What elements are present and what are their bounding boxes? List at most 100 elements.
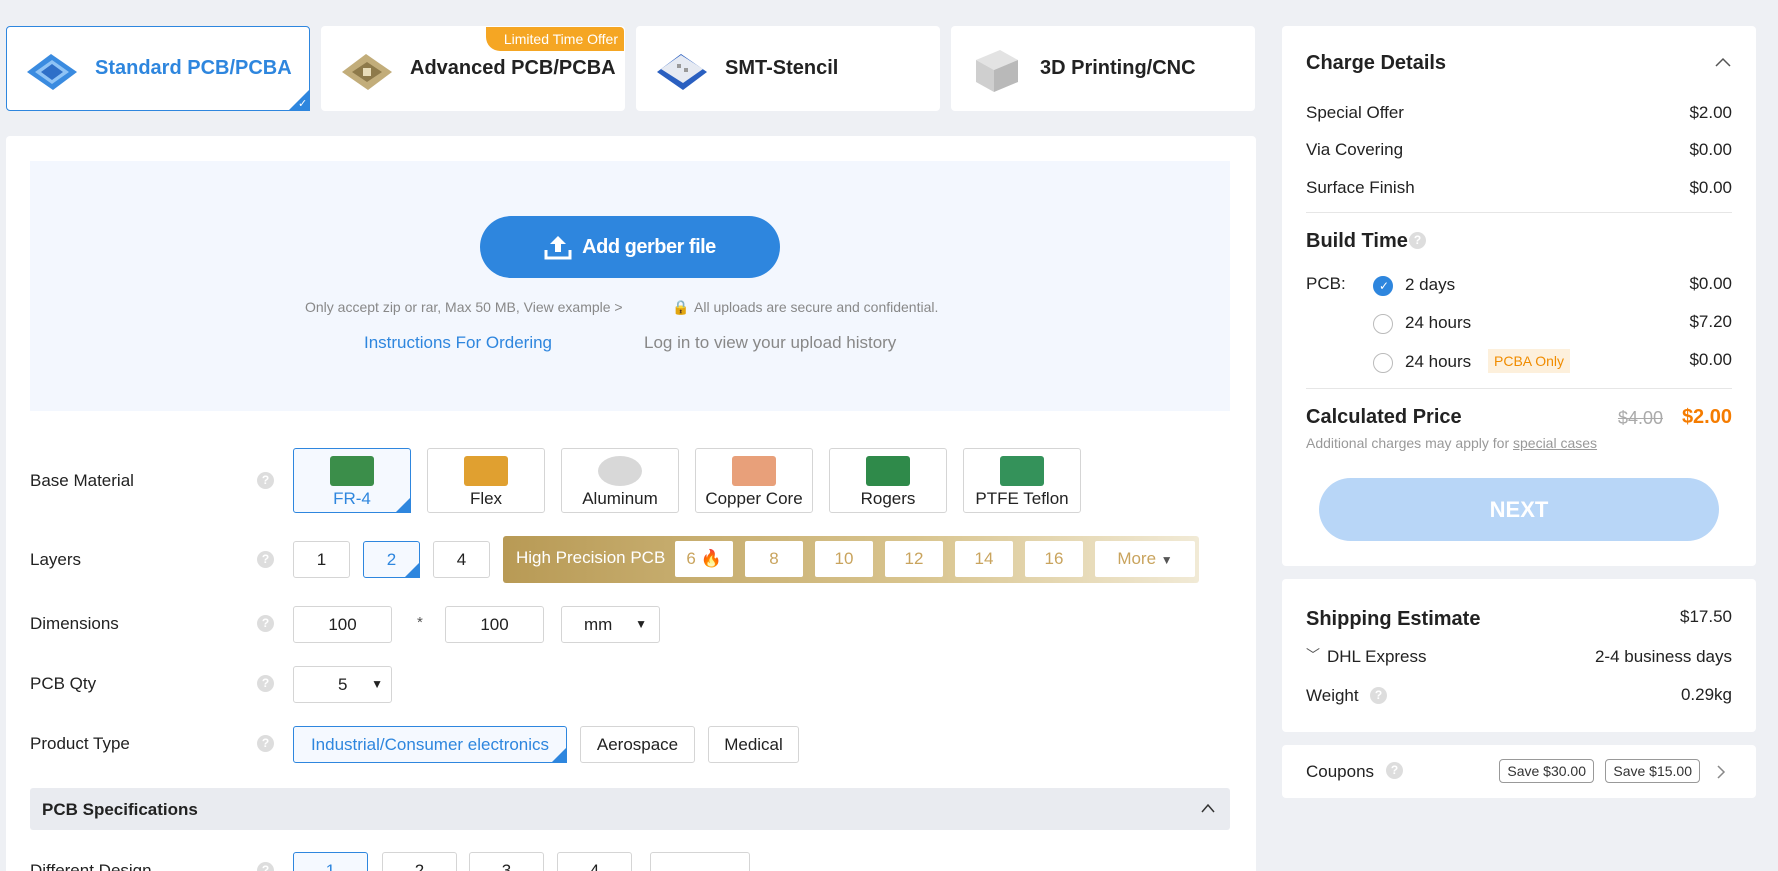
old-price: $4.00 — [1617, 408, 1663, 428]
dimension-y-input[interactable]: 100 — [445, 606, 544, 643]
help-icon[interactable]: ? — [257, 862, 274, 871]
charge-item-value: $0.00 — [1689, 178, 1732, 197]
ptfe-icon — [1000, 456, 1044, 486]
tab-advanced-pcb[interactable]: Advanced PCB/PCBA Limited Time Offer — [321, 26, 625, 111]
pcb-qty-select[interactable]: 5 ▼ — [293, 666, 392, 703]
help-icon[interactable]: ? — [1386, 762, 1403, 779]
build-option-label: 2 days — [1405, 275, 1456, 294]
pcb-specifications-header[interactable]: PCB Specifications — [30, 788, 1230, 830]
add-gerber-button[interactable]: Add gerber file — [480, 216, 780, 278]
chevron-right-icon[interactable] — [1716, 764, 1726, 780]
charge-item-label: Special Offer — [1306, 103, 1404, 122]
build-option-label: 24 hours — [1405, 352, 1472, 371]
fr4-icon — [330, 456, 374, 486]
design-option-1[interactable]: 1 — [293, 852, 368, 871]
coupons-card[interactable]: Coupons ? Save $30.00 Save $15.00 — [1282, 745, 1756, 798]
product-type-label: Product Type — [30, 734, 130, 753]
help-icon[interactable]: ? — [257, 472, 274, 489]
material-ptfe-teflon[interactable]: PTFE Teflon — [963, 448, 1081, 513]
tab-label: Standard PCB/PCBA — [95, 57, 292, 79]
layer-option-10[interactable]: 10 — [815, 541, 873, 577]
layer-option-8[interactable]: 8 — [745, 541, 803, 577]
charge-item-value: $0.00 — [1689, 140, 1732, 159]
layer-option-4[interactable]: 4 — [433, 541, 490, 578]
help-icon[interactable]: ? — [1370, 687, 1387, 704]
design-option-4[interactable]: 4 — [557, 852, 632, 871]
build-option-radio[interactable] — [1373, 314, 1393, 334]
layer-option-6[interactable]: 6 🔥 — [675, 541, 733, 577]
high-precision-group: High Precision PCB 6 🔥 8 10 12 14 16 Mor… — [503, 536, 1199, 583]
material-copper-core[interactable]: Copper Core — [695, 448, 813, 513]
chevron-down-icon: ▼ — [635, 617, 647, 631]
shipping-price: $17.50 — [1680, 607, 1732, 626]
product-type-medical[interactable]: Medical — [708, 726, 799, 763]
more-layers-dropdown[interactable]: More ▼ — [1095, 541, 1195, 577]
help-icon[interactable]: ? — [257, 735, 274, 752]
tab-3d-printing[interactable]: 3D Printing/CNC — [951, 26, 1255, 111]
help-icon[interactable]: ? — [257, 675, 274, 692]
material-aluminum[interactable]: Aluminum — [561, 448, 679, 513]
help-icon[interactable]: ? — [257, 615, 274, 632]
help-icon[interactable]: ? — [257, 551, 274, 568]
build-option-radio[interactable] — [1373, 276, 1393, 296]
pcba-only-tag: PCBA Only — [1488, 349, 1571, 373]
shipping-days: 2-4 business days — [1594, 647, 1732, 666]
upload-history-link[interactable]: Log in to view your upload history — [644, 333, 896, 353]
layer-option-16[interactable]: 16 — [1025, 541, 1083, 577]
unit-select[interactable]: mm ▼ — [561, 606, 660, 643]
chevron-up-icon[interactable] — [1714, 56, 1732, 68]
shipping-method[interactable]: DHL Express — [1327, 647, 1427, 667]
help-icon[interactable]: ? — [1409, 232, 1426, 249]
dimension-x-input[interactable]: 100 — [293, 606, 392, 643]
final-price: $2.00 — [1681, 406, 1732, 428]
upload-area[interactable]: Add gerber file Only accept zip or rar, … — [30, 161, 1230, 411]
build-time-title: Build Time — [1306, 230, 1408, 252]
hot-fire-icon: 🔥 — [700, 549, 722, 568]
pcb-label: PCB: — [1306, 274, 1346, 293]
chevron-down-icon: ▼ — [371, 677, 383, 691]
coupon-tag[interactable]: Save $30.00 — [1499, 759, 1594, 783]
next-button[interactable]: NEXT — [1319, 478, 1719, 541]
dimension-separator: * — [417, 614, 423, 631]
chevron-down-icon: ▼ — [1160, 553, 1173, 567]
pcb-qty-label: PCB Qty — [30, 674, 97, 693]
quote-form-panel: Add gerber file Only accept zip or rar, … — [6, 136, 1256, 871]
coupon-tag[interactable]: Save $15.00 — [1605, 759, 1700, 783]
material-rogers[interactable]: Rogers — [829, 448, 947, 513]
weight-label: Weight — [1306, 686, 1359, 705]
divider — [1306, 212, 1732, 213]
build-option-radio[interactable] — [1373, 353, 1393, 373]
material-fr4[interactable]: FR-4 — [293, 448, 411, 513]
copper-core-icon — [732, 456, 776, 486]
rogers-icon — [866, 456, 910, 486]
design-option-3[interactable]: 3 — [469, 852, 544, 871]
secure-note: All uploads are secure and confidential. — [694, 299, 939, 315]
design-custom-input[interactable] — [650, 852, 750, 871]
section-title: PCB Specifications — [42, 800, 198, 819]
layer-option-1[interactable]: 1 — [293, 541, 350, 578]
tab-standard-pcb[interactable]: Standard PCB/PCBA — [6, 26, 310, 111]
base-material-label: Base Material — [30, 471, 134, 490]
product-type-aerospace[interactable]: Aerospace — [580, 726, 695, 763]
material-flex[interactable]: Flex — [427, 448, 545, 513]
chevron-down-icon[interactable]: ﹀ — [1306, 645, 1320, 665]
instructions-link[interactable]: Instructions For Ordering — [364, 333, 552, 353]
different-design-label: Different Design — [30, 861, 152, 871]
layer-option-2[interactable]: 2 — [363, 541, 420, 578]
shipping-card: Shipping Estimate $17.50 ﹀ DHL Express 2… — [1282, 579, 1756, 732]
tab-label: Advanced PCB/PCBA — [410, 57, 616, 79]
dimensions-label: Dimensions — [30, 614, 119, 633]
tab-label: SMT-Stencil — [725, 57, 839, 79]
layer-option-14[interactable]: 14 — [955, 541, 1013, 577]
product-type-industrial[interactable]: Industrial/Consumer electronics — [293, 726, 567, 763]
special-cases-link[interactable]: special cases — [1513, 435, 1597, 451]
weight-value: 0.29kg — [1680, 685, 1732, 704]
design-option-2[interactable]: 2 — [382, 852, 457, 871]
upload-hint[interactable]: Only accept zip or rar, Max 50 MB, View … — [305, 299, 623, 315]
layer-option-12[interactable]: 12 — [885, 541, 943, 577]
charge-item-value: $2.00 — [1689, 103, 1732, 122]
selected-check-icon — [288, 89, 310, 111]
shipping-title: Shipping Estimate — [1306, 608, 1481, 630]
tab-smt-stencil[interactable]: SMT-Stencil — [636, 26, 940, 111]
calculated-price-title: Calculated Price — [1306, 406, 1462, 428]
